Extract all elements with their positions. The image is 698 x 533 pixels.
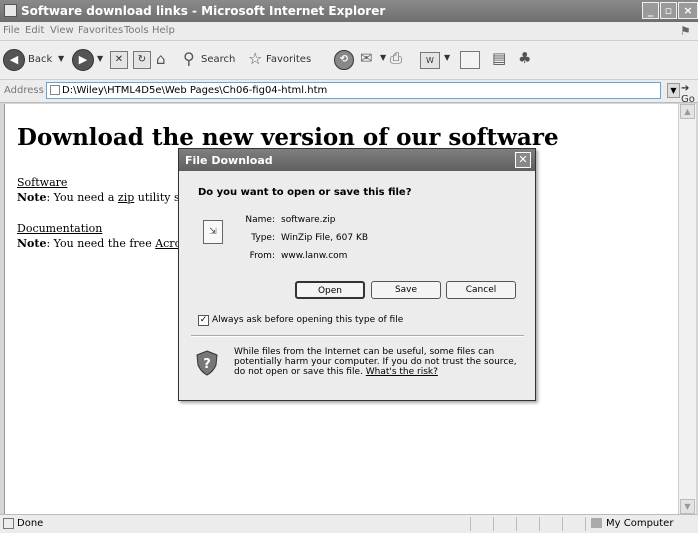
- note1-label: Note: [17, 191, 47, 204]
- zip-file-icon: ⇲: [203, 220, 223, 244]
- dialog-title-bar: File Download ✕: [179, 149, 535, 171]
- forward-arrow-icon: ▶: [72, 49, 94, 71]
- open-button[interactable]: Open: [295, 281, 365, 299]
- discuss-icon[interactable]: [460, 51, 480, 69]
- title-bar: Software download links - Microsoft Inte…: [0, 0, 698, 22]
- whats-the-risk-link[interactable]: What's the risk?: [366, 367, 438, 377]
- dialog-question: Do you want to open or save this file?: [198, 187, 412, 198]
- status-divider: [470, 517, 471, 531]
- always-ask-label: Always ask before opening this type of f…: [212, 315, 404, 325]
- menu-view[interactable]: View: [50, 25, 74, 36]
- home-icon[interactable]: ⌂: [156, 50, 174, 74]
- vertical-scrollbar[interactable]: ▲ ▼: [678, 104, 696, 514]
- type-key: Type:: [251, 233, 275, 243]
- menu-bar: File Edit View Favorites Tools Help: [0, 22, 698, 41]
- favorites-button[interactable]: ☆ Favorites: [248, 48, 318, 72]
- edit-icon[interactable]: W: [420, 52, 440, 69]
- security-warning: While files from the Internet can be use…: [234, 347, 524, 377]
- back-button[interactable]: ◀ Back ▼: [3, 48, 67, 72]
- address-url: D:\Wiley\HTML4D5e\Web Pages\Ch06-fig04-h…: [62, 85, 328, 96]
- windows-logo-icon: ⚑: [680, 24, 691, 38]
- software-line: Software: [17, 176, 67, 189]
- scroll-up-icon[interactable]: ▲: [680, 104, 695, 119]
- address-dropdown-icon[interactable]: ▼: [667, 83, 680, 98]
- search-icon: ⚲: [183, 49, 195, 68]
- note1-text: : You need a: [46, 191, 118, 204]
- menu-favorites[interactable]: Favorites: [78, 25, 123, 36]
- menu-edit[interactable]: Edit: [25, 25, 44, 36]
- type-value: WinZip File, 607 KB: [281, 233, 369, 243]
- maximize-button[interactable]: ▫: [660, 2, 677, 19]
- note1-line: Note: You need a zip utility su: [17, 191, 187, 204]
- research-icon[interactable]: ▤: [492, 49, 510, 73]
- address-input[interactable]: D:\Wiley\HTML4D5e\Web Pages\Ch06-fig04-h…: [46, 82, 661, 99]
- window-title: Software download links - Microsoft Inte…: [21, 4, 386, 18]
- back-arrow-icon: ◀: [3, 49, 25, 71]
- address-label: Address: [4, 85, 44, 96]
- status-bar: Done My Computer: [0, 514, 698, 533]
- cancel-button[interactable]: Cancel: [446, 281, 516, 299]
- history-icon[interactable]: ⟲: [334, 50, 354, 70]
- name-value: software.zip: [281, 215, 336, 225]
- page-done-icon: [3, 518, 14, 529]
- status-divider: [516, 517, 517, 531]
- go-button[interactable]: ➔ Go: [681, 83, 698, 105]
- forward-dropdown-icon: ▼: [97, 54, 104, 63]
- name-key: Name:: [245, 215, 275, 225]
- forward-button[interactable]: ▶ ▼: [72, 48, 106, 72]
- stop-icon[interactable]: ✕: [110, 51, 128, 69]
- go-arrow-icon: ➔: [681, 83, 690, 94]
- status-divider: [562, 517, 563, 531]
- mail-icon[interactable]: ✉: [360, 49, 378, 73]
- status-text: Done: [17, 518, 44, 529]
- mail-dropdown-icon[interactable]: ▼: [380, 53, 388, 77]
- page-heading: Download the new version of our software: [17, 124, 559, 151]
- ie-app-icon: [4, 4, 17, 17]
- from-key: From:: [249, 251, 275, 261]
- print-icon[interactable]: ⎙: [390, 49, 408, 73]
- browser-window: Software download links - Microsoft Inte…: [0, 0, 698, 533]
- save-button[interactable]: Save: [371, 281, 441, 299]
- menu-file[interactable]: File: [3, 25, 20, 36]
- file-download-dialog: File Download ✕ Do you want to open or s…: [178, 148, 536, 401]
- menu-help[interactable]: Help: [152, 25, 175, 36]
- status-divider: [539, 517, 540, 531]
- page-icon: [50, 85, 60, 95]
- status-divider: [585, 517, 586, 531]
- back-label: Back: [28, 54, 53, 65]
- zip-link[interactable]: zip: [118, 191, 134, 204]
- note2-text: : You need the free: [46, 237, 156, 250]
- search-label: Search: [201, 54, 236, 65]
- close-button[interactable]: ×: [678, 2, 698, 19]
- security-zone: My Computer: [591, 518, 673, 529]
- scroll-down-icon[interactable]: ▼: [680, 499, 695, 514]
- documentation-link[interactable]: Documentation: [17, 222, 102, 235]
- edit-dropdown-icon[interactable]: ▼: [444, 53, 452, 77]
- status-divider: [493, 517, 494, 531]
- toolbar: ◀ Back ▼ ▶ ▼ ✕ ↻ ⌂ ⚲ Search ☆ Favorites …: [0, 41, 698, 80]
- from-value: www.lanw.com: [281, 251, 348, 261]
- search-button[interactable]: ⚲ Search: [183, 48, 243, 72]
- computer-icon: [591, 518, 602, 528]
- dialog-divider: [191, 335, 524, 337]
- always-ask-checkbox[interactable]: ✓: [198, 315, 209, 326]
- svg-text:?: ?: [203, 357, 211, 372]
- note2-label: Note: [17, 237, 47, 250]
- note2-line: Note: You need the free Acro: [17, 237, 181, 250]
- dialog-close-button[interactable]: ✕: [515, 152, 531, 168]
- address-bar: Address D:\Wiley\HTML4D5e\Web Pages\Ch06…: [0, 80, 698, 105]
- menu-tools[interactable]: Tools: [124, 25, 149, 36]
- zone-label: My Computer: [606, 518, 674, 529]
- favorites-label: Favorites: [266, 54, 312, 65]
- refresh-icon[interactable]: ↻: [133, 51, 151, 69]
- software-link[interactable]: Software: [17, 176, 67, 189]
- minimize-button[interactable]: _: [642, 2, 659, 19]
- shield-warning-icon: ?: [196, 350, 218, 376]
- messenger-icon[interactable]: ♣: [518, 49, 536, 73]
- documentation-line: Documentation: [17, 222, 102, 235]
- back-dropdown-icon: ▼: [58, 54, 65, 63]
- star-icon: ☆: [248, 49, 263, 68]
- dialog-title: File Download: [185, 154, 273, 167]
